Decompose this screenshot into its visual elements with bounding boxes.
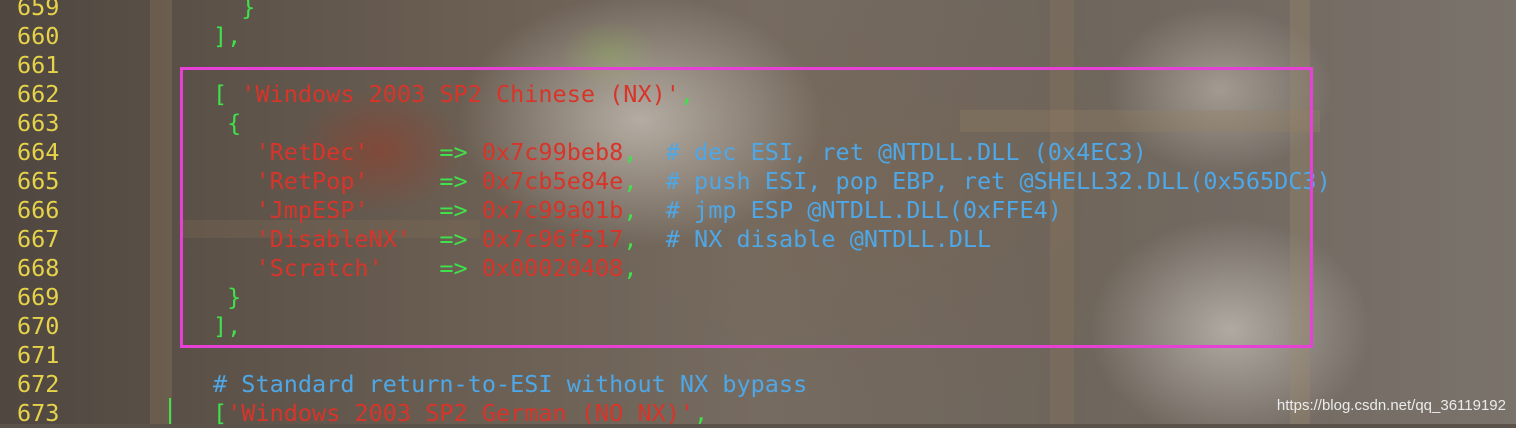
code-token: ], <box>213 22 242 50</box>
line-number: 664 <box>17 138 60 166</box>
watermark: https://blog.csdn.net/qq_36119192 <box>1276 397 1506 414</box>
line-number: 671 <box>17 341 60 369</box>
background-post <box>150 0 172 424</box>
line-number: 663 <box>17 109 60 137</box>
code-token: } <box>213 0 256 21</box>
line-number: 670 <box>17 312 60 340</box>
line-text: # Standard return-to-ESI without NX bypa… <box>213 370 807 399</box>
line-number: 661 <box>17 51 60 79</box>
line-text: } <box>213 0 255 22</box>
line-number: 668 <box>17 254 60 282</box>
line-number: 665 <box>17 167 60 195</box>
code-token: # Standard return-to-ESI without NX bypa… <box>213 370 808 398</box>
line-number: 660 <box>17 22 60 50</box>
line-number: 672 <box>17 370 60 398</box>
highlight-box <box>180 67 1313 348</box>
line-text: ], <box>213 22 241 51</box>
git-change-marker <box>169 398 171 424</box>
line-number: 667 <box>17 225 60 253</box>
line-number: 669 <box>17 283 60 311</box>
line-number: 659 <box>17 0 60 21</box>
code-token: 'Windows 2003 SP2 German (NO NX)' <box>227 399 695 427</box>
code-token: , <box>694 399 709 427</box>
code-token: [ <box>213 399 228 427</box>
line-number: 666 <box>17 196 60 224</box>
line-number: 662 <box>17 80 60 108</box>
